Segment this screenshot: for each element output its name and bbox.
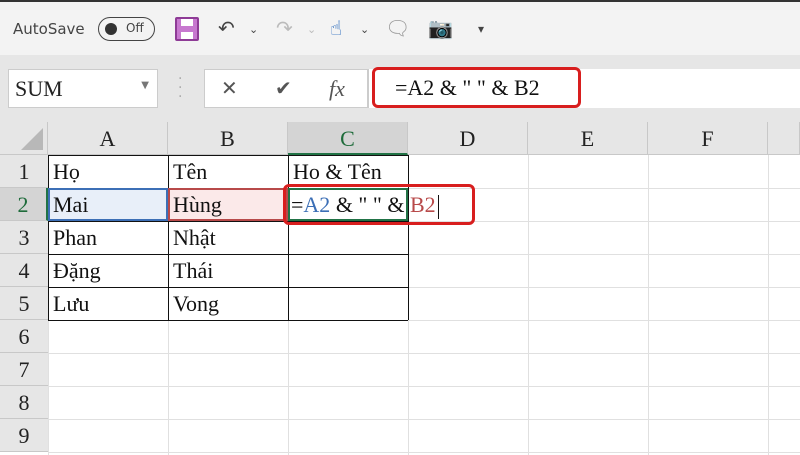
cell-b4[interactable]: Thái <box>168 254 288 287</box>
worksheet-grid[interactable]: A B C D E F 1 2 3 4 5 6 7 8 9 Họ Tên Ho & Tên Mai Hùng Phan N… <box>0 122 800 455</box>
cell-b2[interactable]: Hùng <box>168 188 288 221</box>
cell-a2[interactable]: Mai <box>48 188 168 221</box>
formula-input-value[interactable]: =A2 & " " & B2 <box>372 67 581 108</box>
column-header-c[interactable]: C <box>288 122 408 155</box>
row-header-8[interactable]: 8 <box>0 386 48 419</box>
touch-mode-icon[interactable]: ☝ <box>330 16 342 40</box>
autosave-toggle[interactable]: Off <box>98 17 155 41</box>
column-header-filler <box>768 122 800 155</box>
gridline <box>48 386 800 387</box>
column-header-e[interactable]: E <box>528 122 648 155</box>
row-header-6[interactable]: 6 <box>0 320 48 353</box>
cell-b1[interactable]: Tên <box>168 155 288 188</box>
autosave-label: AutoSave <box>13 20 85 38</box>
formula-buttons: ✕ ✔ fx <box>204 69 368 108</box>
save-icon[interactable] <box>175 17 199 41</box>
formula-bar: SUM ▼ · · · ✕ ✔ fx =A2 & " " & B2 <box>0 55 800 122</box>
undo-dropdown-icon[interactable]: ⌄ <box>249 23 258 36</box>
gridline <box>648 155 649 455</box>
column-header-a[interactable]: A <box>48 122 168 155</box>
row-header-3[interactable]: 3 <box>0 221 48 254</box>
cell-a4[interactable]: Đặng <box>48 254 168 287</box>
quick-access-toolbar: AutoSave Off ↶ ⌄ ↷ ⌄ ☝ ⌄ 🗨 📷 ▾ <box>0 0 800 55</box>
gridline <box>528 155 529 455</box>
row-header-7[interactable]: 7 <box>0 353 48 386</box>
redo-icon[interactable]: ↷ <box>276 16 293 40</box>
customize-toolbar-icon[interactable]: ▾ <box>478 22 484 36</box>
cancel-icon[interactable]: ✕ <box>221 76 238 100</box>
redo-dropdown-icon[interactable]: ⌄ <box>307 23 316 36</box>
row-header-5[interactable]: 5 <box>0 287 48 320</box>
column-header-b[interactable]: B <box>168 122 288 155</box>
gridline <box>48 419 800 420</box>
gridline <box>48 452 800 453</box>
gridline <box>48 353 800 354</box>
row-header-2[interactable]: 2 <box>0 188 48 221</box>
cell-b3[interactable]: Nhật <box>168 221 288 254</box>
undo-icon[interactable]: ↶ <box>218 16 235 40</box>
splitter-handle[interactable]: · · · <box>178 72 182 104</box>
select-all-button[interactable] <box>0 122 48 155</box>
row-header-9[interactable]: 9 <box>0 419 48 452</box>
column-header-f[interactable]: F <box>648 122 768 155</box>
chevron-down-icon[interactable]: ▼ <box>141 80 149 91</box>
name-box[interactable]: SUM ▼ <box>8 69 158 108</box>
cell-a5[interactable]: Lưu <box>48 287 168 320</box>
column-header-d[interactable]: D <box>408 122 528 155</box>
cell-b5[interactable]: Vong <box>168 287 288 320</box>
row-header-4[interactable]: 4 <box>0 254 48 287</box>
cell-a3[interactable]: Phan <box>48 221 168 254</box>
camera-icon[interactable]: 📷 <box>428 16 453 40</box>
cell-border <box>48 320 408 321</box>
gridline <box>768 155 769 455</box>
comment-icon[interactable]: 🗨 <box>385 16 410 40</box>
cell-border <box>408 155 409 320</box>
fx-icon[interactable]: fx <box>329 76 345 102</box>
highlight-box <box>283 184 475 225</box>
row-header-1[interactable]: 1 <box>0 155 48 188</box>
touch-dropdown-icon[interactable]: ⌄ <box>360 23 369 36</box>
enter-icon[interactable]: ✔ <box>275 76 292 100</box>
cell-a1[interactable]: Họ <box>48 155 168 188</box>
